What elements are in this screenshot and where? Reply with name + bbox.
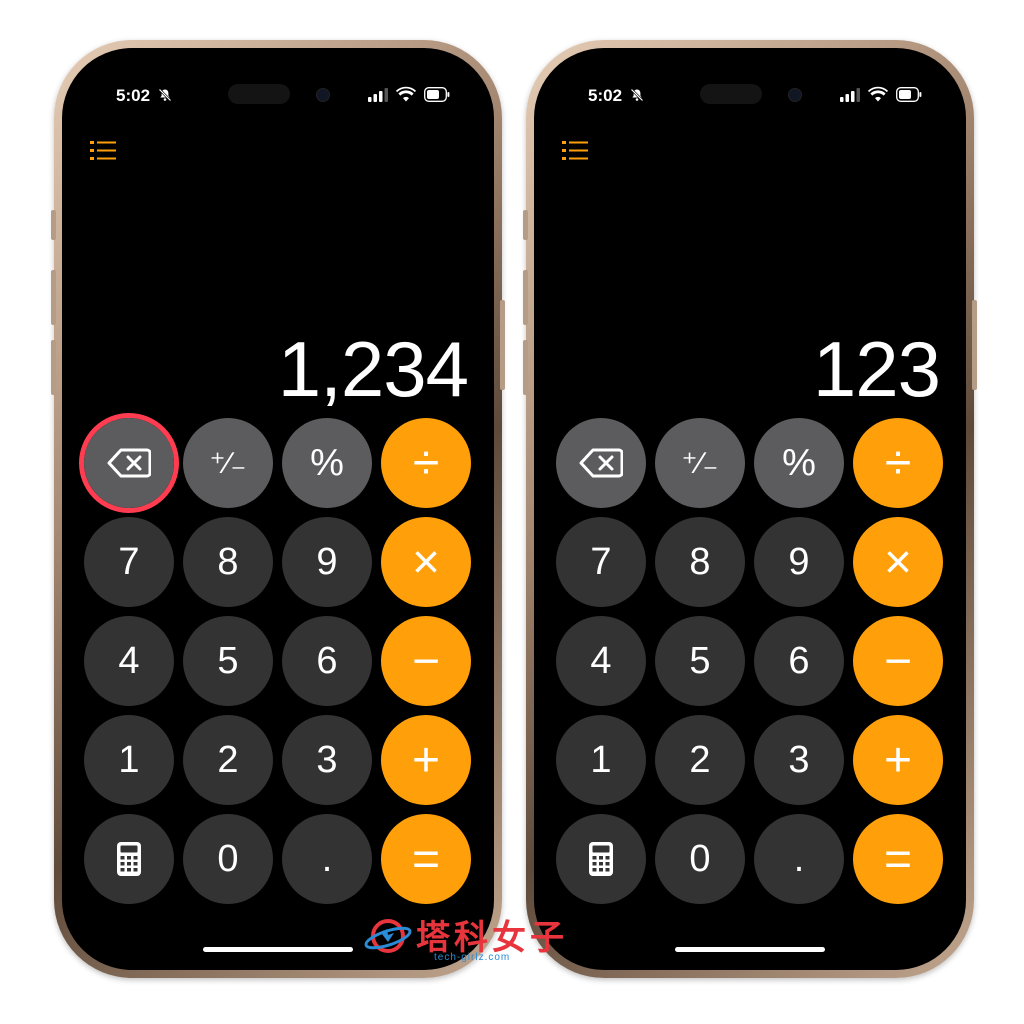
plus-minus-button[interactable]: ⁺∕₋	[183, 418, 273, 508]
signal-icon	[368, 88, 388, 102]
digit-5-button[interactable]: 5	[655, 616, 745, 706]
signal-icon	[840, 88, 860, 102]
bell-slash-icon	[158, 88, 172, 102]
equals-button[interactable]: =	[381, 814, 471, 904]
minus-button[interactable]: −	[853, 616, 943, 706]
digit-6-button[interactable]: 6	[282, 616, 372, 706]
backspace-icon	[107, 448, 151, 478]
status-bar: 5:02	[534, 84, 966, 108]
front-camera	[316, 88, 330, 102]
percent-button[interactable]: %	[754, 418, 844, 508]
digit-4-button[interactable]: 4	[556, 616, 646, 706]
equals-button[interactable]: =	[853, 814, 943, 904]
digit-1-button[interactable]: 1	[556, 715, 646, 805]
front-camera	[788, 88, 802, 102]
decimal-button[interactable]: .	[282, 814, 372, 904]
calculator-icon	[589, 842, 613, 876]
multiply-button[interactable]: ×	[381, 517, 471, 607]
battery-icon	[424, 87, 450, 102]
result-display: 1,234	[277, 325, 469, 413]
status-time: 5:02	[116, 86, 151, 105]
list-icon[interactable]	[562, 140, 588, 162]
digit-6-button[interactable]: 6	[754, 616, 844, 706]
calculator-mode-button[interactable]	[556, 814, 646, 904]
home-indicator[interactable]	[675, 947, 825, 952]
divide-button[interactable]: ÷	[381, 418, 471, 508]
plus-button[interactable]: +	[853, 715, 943, 805]
digit-2-button[interactable]: 2	[183, 715, 273, 805]
digit-5-button[interactable]: 5	[183, 616, 273, 706]
digit-8-button[interactable]: 8	[655, 517, 745, 607]
planet-logo-icon	[364, 919, 412, 953]
phone-right: 5:02 123 ⁺∕₋ % ÷ 7 8 9 × 4 5 6 − 1 2 3 +…	[523, 40, 977, 978]
digit-2-button[interactable]: 2	[655, 715, 745, 805]
screen-left: 5:02 1,234 ⁺∕₋ % ÷ 7 8 9 × 4 5 6 − 1 2 3…	[62, 48, 494, 970]
digit-7-button[interactable]: 7	[84, 517, 174, 607]
phone-left: 5:02 1,234 ⁺∕₋ % ÷ 7 8 9 × 4 5 6 − 1 2 3…	[51, 40, 505, 978]
digit-3-button[interactable]: 3	[754, 715, 844, 805]
wifi-icon	[396, 86, 416, 102]
digit-0-button[interactable]: 0	[183, 814, 273, 904]
digit-7-button[interactable]: 7	[556, 517, 646, 607]
wifi-icon	[868, 86, 888, 102]
calculator-icon	[117, 842, 141, 876]
result-display: 123	[812, 325, 941, 413]
divide-button[interactable]: ÷	[853, 418, 943, 508]
watermark-url: tech-girlz.com	[434, 952, 511, 963]
decimal-button[interactable]: .	[754, 814, 844, 904]
backspace-button[interactable]	[84, 418, 174, 508]
percent-button[interactable]: %	[282, 418, 372, 508]
backspace-icon	[579, 448, 623, 478]
digit-9-button[interactable]: 9	[754, 517, 844, 607]
bell-slash-icon	[630, 88, 644, 102]
dynamic-island	[700, 84, 762, 104]
dynamic-island	[228, 84, 290, 104]
digit-3-button[interactable]: 3	[282, 715, 372, 805]
watermark: 塔科女子 tech-girlz.com	[364, 908, 604, 968]
minus-button[interactable]: −	[381, 616, 471, 706]
multiply-button[interactable]: ×	[853, 517, 943, 607]
plus-minus-button[interactable]: ⁺∕₋	[655, 418, 745, 508]
status-time: 5:02	[588, 86, 623, 105]
digit-4-button[interactable]: 4	[84, 616, 174, 706]
status-bar: 5:02	[62, 84, 494, 108]
digit-1-button[interactable]: 1	[84, 715, 174, 805]
calculator-mode-button[interactable]	[84, 814, 174, 904]
backspace-button[interactable]	[556, 418, 646, 508]
battery-icon	[896, 87, 922, 102]
digit-8-button[interactable]: 8	[183, 517, 273, 607]
digit-0-button[interactable]: 0	[655, 814, 745, 904]
list-icon[interactable]	[90, 140, 116, 162]
home-indicator[interactable]	[203, 947, 353, 952]
plus-button[interactable]: +	[381, 715, 471, 805]
screen-right: 5:02 123 ⁺∕₋ % ÷ 7 8 9 × 4 5 6 − 1 2 3 +…	[534, 48, 966, 970]
digit-9-button[interactable]: 9	[282, 517, 372, 607]
